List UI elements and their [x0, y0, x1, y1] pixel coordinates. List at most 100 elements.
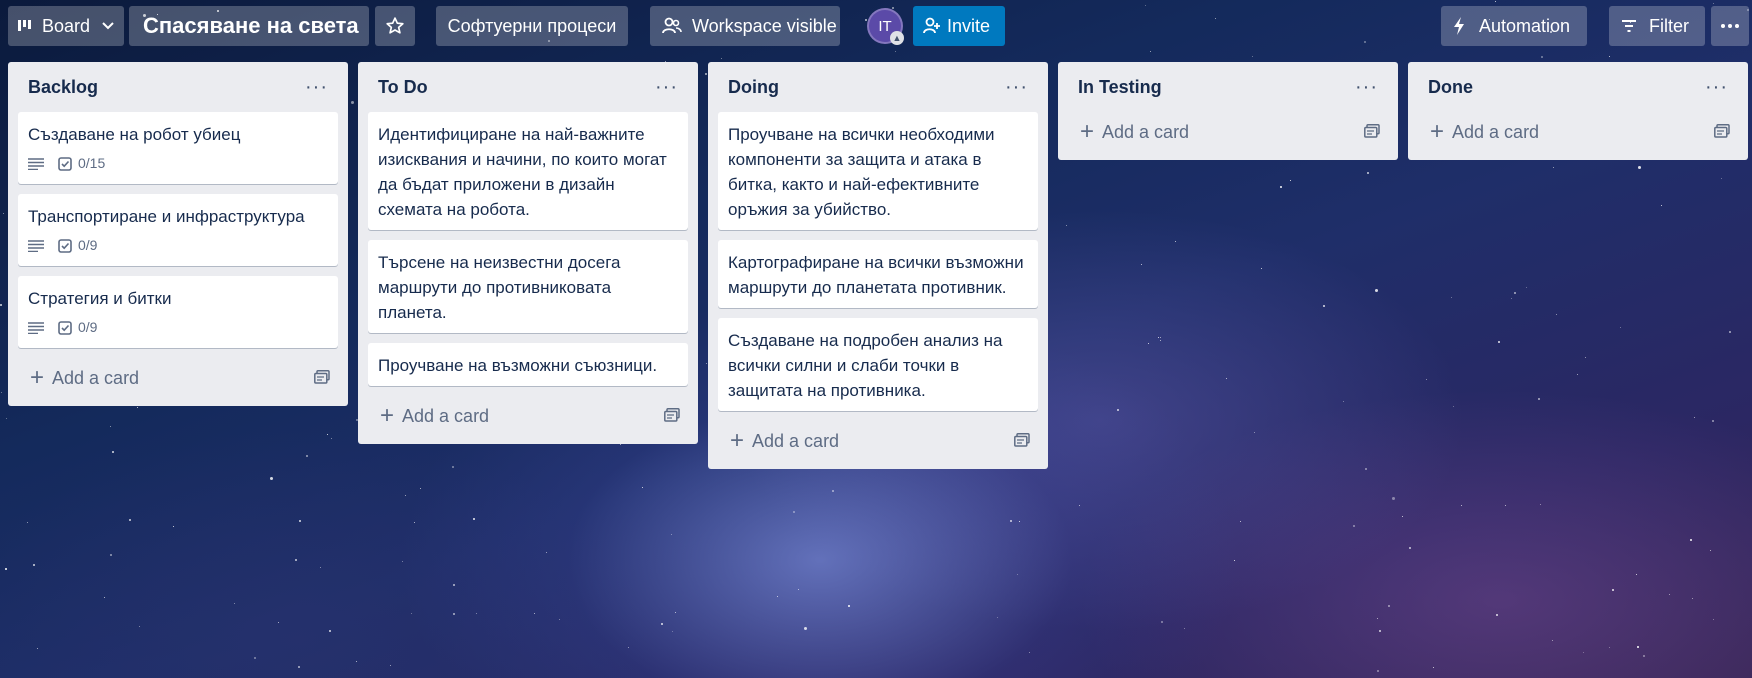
users-icon — [662, 17, 682, 35]
workspace-button[interactable]: Софтуерни процеси — [436, 6, 628, 46]
star — [405, 495, 406, 496]
filter-button[interactable]: Filter — [1609, 6, 1705, 46]
star — [1160, 340, 1161, 341]
template-icon[interactable] — [1714, 122, 1730, 143]
star — [1552, 640, 1553, 641]
card-badges: 0/15 — [28, 151, 328, 176]
list-menu-icon[interactable]: ··· — [1005, 77, 1028, 97]
card[interactable]: Стратегия и битки 0/9 — [18, 276, 338, 348]
star — [671, 534, 672, 535]
add-card-button[interactable]: + Add a card — [18, 358, 338, 398]
star — [331, 438, 332, 439]
avatar[interactable]: IT ▲ — [867, 8, 904, 45]
list-header: Backlog ··· — [18, 62, 338, 112]
template-icon[interactable] — [314, 368, 330, 389]
board-title-button[interactable]: Спасяване на света — [129, 6, 369, 46]
checklist-count: 0/15 — [78, 155, 106, 171]
add-card-button[interactable]: + Add a card — [368, 396, 688, 436]
star — [351, 101, 354, 104]
star — [1426, 379, 1427, 380]
list-title[interactable]: Backlog — [28, 77, 98, 98]
list-menu-icon[interactable]: ··· — [305, 77, 328, 97]
view-switcher-button[interactable]: Board — [8, 6, 124, 46]
star — [327, 434, 328, 435]
card-badges: 0/9 — [28, 233, 328, 258]
checklist-icon — [58, 320, 72, 335]
star — [453, 613, 455, 615]
star — [1240, 521, 1241, 522]
star — [306, 455, 308, 457]
add-card-label: Add a card — [52, 367, 140, 388]
board-title: Спасяване на света — [143, 13, 359, 38]
star — [1713, 619, 1714, 620]
card[interactable]: Транспортиране и инфраструктура 0/9 — [18, 194, 338, 266]
visibility-button[interactable]: Workspace visible — [650, 6, 840, 46]
card[interactable]: Проучване на възможни съюзници. — [368, 343, 688, 386]
star — [1461, 505, 1462, 506]
star — [1541, 56, 1543, 58]
star — [278, 622, 279, 623]
star — [320, 567, 321, 568]
star — [1553, 167, 1554, 168]
automation-button[interactable]: Automation — [1441, 6, 1587, 46]
star — [1498, 341, 1500, 343]
list-title[interactable]: Doing — [728, 77, 779, 98]
list-menu-icon[interactable]: ··· — [1705, 77, 1728, 97]
list-doing: Doing ··· Проучване на всички необходими… — [708, 62, 1048, 469]
star — [5, 568, 7, 570]
list-header: Done ··· — [1418, 62, 1738, 112]
star — [473, 518, 475, 520]
add-card-button[interactable]: + Add a card — [1068, 112, 1388, 152]
card-title: Създаване на подробен анализ на всички с… — [728, 331, 1003, 400]
card[interactable]: Картографиране на всички възможни маршру… — [718, 240, 1038, 308]
checklist-count: 0/9 — [78, 319, 98, 335]
add-card-button[interactable]: + Add a card — [718, 421, 1038, 461]
star — [1252, 56, 1253, 57]
star — [1066, 225, 1067, 226]
star — [1694, 417, 1695, 418]
star — [832, 490, 834, 492]
star — [37, 648, 38, 649]
list-menu-icon[interactable]: ··· — [1355, 77, 1378, 97]
template-icon[interactable] — [664, 406, 680, 427]
star — [1556, 314, 1557, 315]
list-header: Doing ··· — [718, 62, 1038, 112]
plus-icon: + — [1080, 118, 1095, 145]
card[interactable]: Създаване на робот убиец 0/15 — [18, 112, 338, 184]
card[interactable]: Създаване на подробен анализ на всички с… — [718, 318, 1038, 411]
star — [721, 58, 722, 59]
card[interactable]: Проучване на всички необходими компонент… — [718, 112, 1038, 230]
star — [1636, 574, 1637, 575]
show-menu-button[interactable] — [1711, 6, 1749, 46]
star — [1234, 560, 1235, 561]
star — [1637, 646, 1639, 648]
star-button[interactable] — [375, 6, 415, 46]
template-icon[interactable] — [1014, 431, 1030, 452]
invite-button[interactable]: Invite — [913, 6, 1005, 46]
list-title[interactable]: In Testing — [1078, 77, 1162, 98]
star — [1526, 287, 1527, 288]
add-card-button[interactable]: + Add a card — [1418, 112, 1738, 152]
star — [420, 488, 421, 489]
template-icon[interactable] — [1364, 122, 1380, 143]
list-menu-icon[interactable]: ··· — [655, 77, 678, 97]
star — [997, 617, 998, 618]
star — [1343, 401, 1344, 402]
star — [1388, 605, 1390, 607]
star — [1323, 305, 1325, 307]
star — [1585, 357, 1586, 358]
card[interactable]: Идентифициране на най-важните изисквания… — [368, 112, 688, 230]
star — [1433, 667, 1434, 668]
star — [1710, 550, 1711, 551]
star — [298, 666, 300, 668]
card[interactable]: Търсене на неизвестни досега маршрути до… — [368, 240, 688, 333]
list-title[interactable]: To Do — [378, 77, 428, 98]
card-title: Проучване на всички необходими компонент… — [728, 125, 995, 219]
more-icon — [1721, 24, 1739, 28]
checklist-icon — [58, 156, 72, 171]
star — [1496, 614, 1498, 616]
star — [1029, 652, 1030, 653]
star — [1669, 594, 1670, 595]
star — [1392, 497, 1395, 500]
list-title[interactable]: Done — [1428, 77, 1473, 98]
